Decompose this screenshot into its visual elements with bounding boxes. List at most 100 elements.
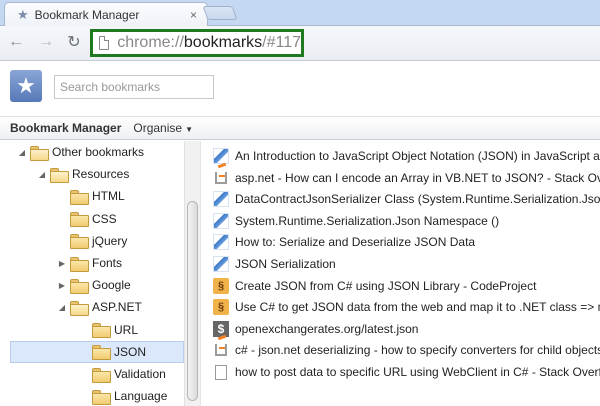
bookmark-title: asp.net - How can I encode an Array in V… [235, 170, 600, 185]
collapse-triangle-icon[interactable]: ◢ [56, 303, 68, 312]
tree-item-html[interactable]: HTML [56, 185, 125, 207]
organise-label: Organise [133, 121, 183, 135]
folder-open-icon [70, 300, 89, 316]
tree-item-label: jQuery [92, 233, 128, 248]
tree-item-label: Language [114, 389, 168, 404]
folder-icon [92, 367, 111, 383]
bookmark-row[interactable]: c# - json.net deserializing - how to spe… [213, 339, 600, 361]
bookmark-title: JSON Serialization [235, 257, 336, 271]
tree-item-label: Resources [72, 167, 130, 182]
folder-open-icon [30, 145, 49, 161]
bookmark-title: System.Runtime.Serialization.Json Namesp… [235, 213, 500, 228]
manager-titlebar: Bookmark Manager Organise ▼ [0, 116, 600, 140]
tree-scrollbar[interactable] [184, 141, 200, 406]
tab-strip: ★ Bookmark Manager × [0, 0, 600, 27]
tree-item-label: Other bookmarks [52, 145, 145, 159]
tree-item-google[interactable]: ▶ Google [56, 274, 131, 296]
bookmark-row[interactable]: § Use C# to get JSON data from the web an… [213, 296, 600, 318]
bookmark-row[interactable]: An Introduction to JavaScript Object Not… [213, 145, 600, 167]
expand-triangle-icon[interactable]: ▶ [56, 281, 68, 290]
address-url: chrome://bookmarks/#117 [117, 34, 301, 52]
tree-item-asp-net[interactable]: ◢ ASP.NET [56, 296, 142, 318]
bookmarks-header: ★ [0, 62, 600, 116]
bookmark-row[interactable]: JSON Serialization [213, 253, 336, 275]
tree-item-label: Validation [114, 367, 166, 381]
folder-icon [70, 212, 89, 228]
new-tab-button[interactable] [202, 6, 238, 20]
bookmark-title: openexchangerates.org/latest.json [235, 321, 419, 336]
expand-triangle-icon[interactable]: ▶ [56, 259, 68, 268]
stackoverflow-icon [213, 342, 229, 359]
folder-icon [70, 234, 89, 250]
bookmarks-star-icon: ★ [10, 70, 42, 102]
url-scheme: chrome:// [117, 34, 184, 51]
tree-item-label: HTML [92, 189, 125, 204]
folder-open-icon [50, 167, 69, 183]
tree-item-label: CSS [92, 211, 117, 226]
tree-item-jquery[interactable]: jQuery [56, 230, 127, 252]
collapse-triangle-icon[interactable]: ◢ [16, 148, 28, 157]
page-icon [99, 36, 110, 50]
bookmark-title: An Introduction to JavaScript Object Not… [235, 149, 600, 163]
bookmark-row[interactable]: DataContractJsonSerializer Class (System… [213, 188, 600, 210]
bookmark-row[interactable]: asp.net - How can I encode an Array in V… [213, 167, 600, 189]
tree-item-label: ASP.NET [92, 300, 142, 315]
page-title: Bookmark Manager [10, 121, 122, 135]
bookmark-title: Use C# to get JSON data from the web and… [235, 300, 600, 315]
collapse-triangle-icon[interactable]: ◢ [36, 170, 48, 179]
bookmark-row[interactable]: System.Runtime.Serialization.Json Namesp… [213, 210, 499, 232]
organise-menu-button[interactable]: Organise ▼ [133, 121, 193, 135]
tree-item-url[interactable]: URL [78, 319, 138, 341]
tree-item-json[interactable]: JSON [10, 340, 184, 363]
url-host: bookmarks [183, 34, 263, 51]
codeproject-icon: § [213, 299, 229, 316]
msdn-icon [213, 256, 229, 272]
search-input[interactable] [54, 75, 214, 99]
reload-icon[interactable]: ↻ [64, 32, 84, 52]
bookmark-title: How to: Serialize and Deserialize JSON D… [235, 235, 476, 250]
address-bar[interactable]: chrome://bookmarks/#117 [90, 29, 304, 57]
back-arrow-icon[interactable]: ← [6, 32, 26, 52]
tree-item-label: Fonts [92, 256, 123, 270]
tree-item-css[interactable]: CSS [56, 208, 117, 230]
folder-icon [70, 278, 89, 294]
msdn-icon [213, 191, 229, 208]
tree-item-fonts[interactable]: ▶ Fonts [56, 252, 122, 274]
star-icon: ★ [17, 7, 29, 22]
msdn-icon [213, 148, 229, 164]
bookmark-title: Create JSON from C# using JSON Library -… [235, 278, 537, 293]
tree-scroll-thumb[interactable] [187, 201, 198, 401]
folder-icon [92, 323, 111, 339]
folder-icon [92, 345, 111, 361]
tree-item-label: JSON [114, 344, 147, 359]
msdn-icon [213, 212, 229, 229]
stackoverflow-icon [213, 169, 229, 186]
bookmark-title: how to post data to specific URL using W… [235, 365, 600, 379]
bookmark-row[interactable]: § Create JSON from C# using JSON Library … [213, 275, 536, 297]
tree-item-resources[interactable]: ◢ Resources [36, 163, 129, 185]
tab-title: Bookmark Manager [34, 8, 140, 22]
tree-item-other-bookmarks[interactable]: ◢ Other bookmarks [16, 141, 144, 163]
page-icon [215, 364, 227, 380]
bookmark-list: An Introduction to JavaScript Object Not… [200, 141, 600, 406]
bookmark-row[interactable]: How to: Serialize and Deserialize JSON D… [213, 231, 475, 253]
folder-icon [70, 256, 89, 272]
dollar-icon: $ [213, 320, 229, 337]
toolbar: ← → ↻ chrome://bookmarks/#117 [0, 26, 600, 61]
folder-icon [70, 189, 89, 205]
tab-bookmark-manager[interactable]: ★ Bookmark Manager × [4, 2, 208, 27]
chevron-down-icon: ▼ [185, 125, 193, 134]
folder-tree: ◢ Other bookmarks ◢ Resources HTML CSS jQuery ▶… [0, 141, 185, 406]
msdn-icon [213, 234, 229, 251]
bookmark-row[interactable]: $ openexchangerates.org/latest.json [213, 318, 418, 340]
folder-icon [92, 389, 111, 405]
bookmark-row[interactable]: how to post data to specific URL using W… [213, 361, 600, 383]
codeproject-icon: § [213, 277, 229, 294]
tree-item-validation[interactable]: Validation [78, 363, 166, 385]
tab-close-icon[interactable]: × [190, 8, 197, 22]
tree-item-language[interactable]: Language [78, 385, 167, 406]
bookmark-title: c# - json.net deserializing - how to spe… [235, 343, 600, 358]
tree-item-label: URL [114, 322, 139, 337]
forward-arrow-icon[interactable]: → [36, 32, 56, 52]
tree-item-label: Google [92, 278, 131, 293]
